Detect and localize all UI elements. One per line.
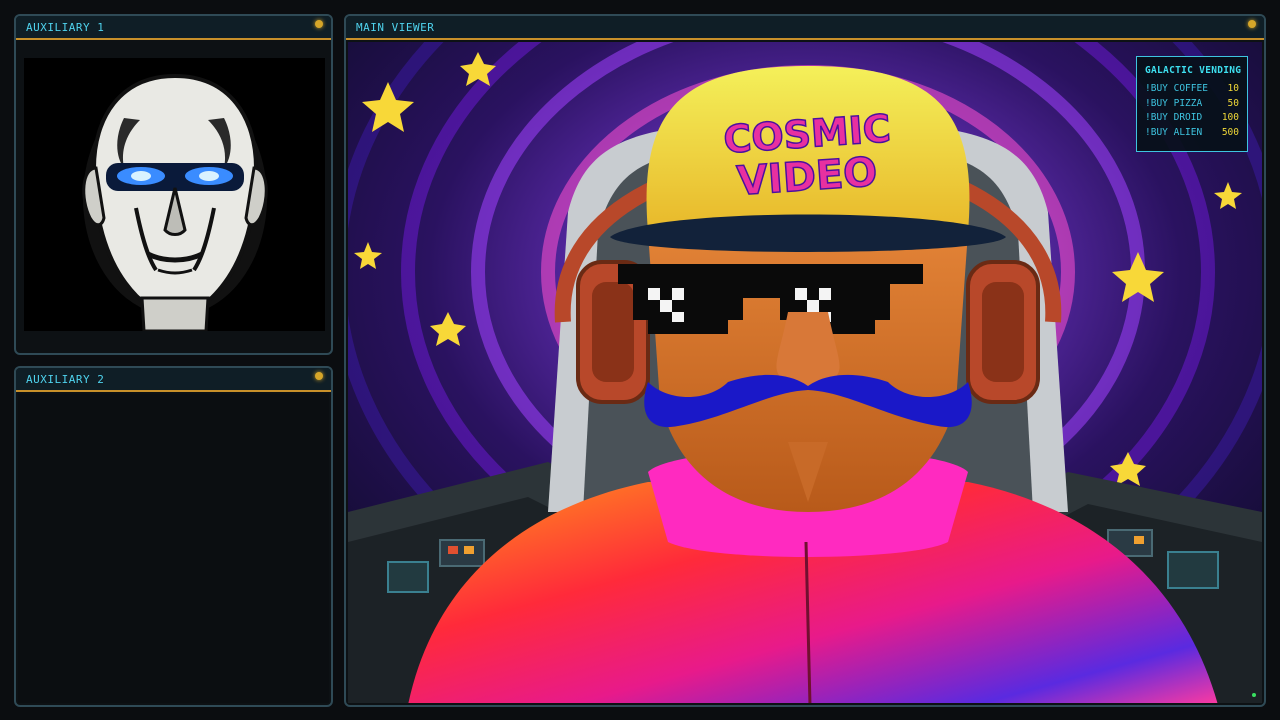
vending-item-command: !BUY ALIEN	[1145, 126, 1203, 138]
status-dot-icon	[315, 20, 323, 28]
galactic-vending-overlay: GALACTIC VENDING !BUY COFFEE 10 !BUY PIZ…	[1136, 56, 1248, 152]
vending-item-price: 100	[1221, 112, 1239, 123]
auxiliary-1-panel: AUXILIARY 1	[14, 14, 333, 355]
status-dot-icon	[1248, 20, 1256, 28]
vending-item-command: !BUY COFFEE	[1145, 83, 1208, 94]
auxiliary-1-header: AUXILIARY 1	[16, 16, 331, 40]
video-scene: COSMIC VIDEO	[348, 42, 1262, 703]
vending-item: !BUY DROID 100	[1145, 111, 1239, 126]
vending-item-price: 50	[1227, 97, 1239, 109]
auxiliary-2-header: AUXILIARY 2	[16, 368, 331, 392]
vending-item: !BUY COFFEE 10	[1145, 82, 1239, 97]
status-dot-icon	[315, 372, 323, 380]
vending-item: !BUY ALIEN 500	[1145, 126, 1239, 141]
vending-item-price: 500	[1221, 126, 1239, 138]
vending-item-command: !BUY DROID	[1145, 112, 1203, 123]
main-viewer-panel: MAIN VIEWER COSMIC VIDEO GALACTIC VENDIN…	[344, 14, 1266, 707]
main-viewer-header: MAIN VIEWER	[346, 16, 1264, 40]
auxiliary-1-title: AUXILIARY 1	[26, 21, 105, 34]
vending-item-price: 10	[1227, 83, 1239, 94]
vending-title: GALACTIC VENDING	[1145, 65, 1242, 76]
vending-item-command: !BUY PIZZA	[1145, 97, 1203, 109]
main-viewer-title: MAIN VIEWER	[356, 21, 435, 34]
chrome-head-image	[24, 58, 325, 333]
main-viewer-feed: COSMIC VIDEO GALACTIC VENDING !BUY COFFE…	[348, 42, 1262, 703]
cap-text-line2: VIDEO	[735, 149, 878, 205]
auxiliary-2-title: AUXILIARY 2	[26, 373, 105, 386]
vending-item: !BUY PIZZA 50	[1145, 97, 1239, 112]
power-led-icon	[1252, 693, 1256, 697]
auxiliary-1-feed	[24, 58, 325, 333]
auxiliary-2-feed	[18, 394, 329, 703]
auxiliary-2-panel: AUXILIARY 2	[14, 366, 333, 707]
